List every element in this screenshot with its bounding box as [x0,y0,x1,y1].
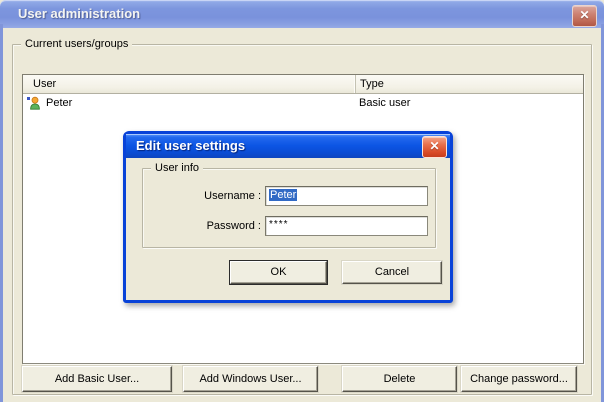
window-border-left [0,24,3,402]
add-basic-user-button[interactable]: Add Basic User... [22,366,172,392]
user-administration-window: User administration ✕ Current users/grou… [0,0,604,402]
password-field[interactable]: **** [265,216,428,236]
dialog-body: User info Username : Peter Password : **… [126,158,450,300]
close-icon[interactable]: ✕ [422,136,447,158]
password-label: Password : [206,220,261,232]
dialog-title: Edit user settings [136,138,246,153]
add-windows-user-button[interactable]: Add Windows User... [183,366,318,392]
main-titlebar[interactable]: User administration ✕ [0,0,604,28]
column-header-type[interactable]: Type [355,75,583,93]
change-password-button[interactable]: Change password... [461,366,577,392]
user-name-text: Peter [46,97,73,109]
user-info-groupbox-label: User info [151,162,204,174]
table-row[interactable]: Peter Basic user [23,94,583,112]
user-type-text: Basic user [359,97,411,109]
delete-button[interactable]: Delete [342,366,457,392]
password-masked-text: **** [269,219,289,230]
user-cell: Peter [23,95,355,111]
username-field[interactable]: Peter [265,186,428,206]
edit-user-settings-dialog: Edit user settings ✕ User info Username … [123,131,453,303]
user-icon [27,96,40,110]
list-header: User Type [23,75,583,94]
close-icon[interactable]: ✕ [572,5,597,27]
username-row: Username : Peter [126,186,450,206]
current-users-groupbox-label: Current users/groups [21,38,133,50]
window-title: User administration [18,6,141,21]
dialog-titlebar[interactable]: Edit user settings ✕ [126,134,450,158]
password-row: Password : **** [126,216,450,236]
user-info-groupbox: User info [142,162,436,248]
username-label: Username : [204,190,261,202]
column-header-user[interactable]: User [23,75,355,93]
username-selected-text: Peter [269,189,298,201]
ok-button[interactable]: OK [230,261,327,284]
cancel-button[interactable]: Cancel [342,261,442,284]
